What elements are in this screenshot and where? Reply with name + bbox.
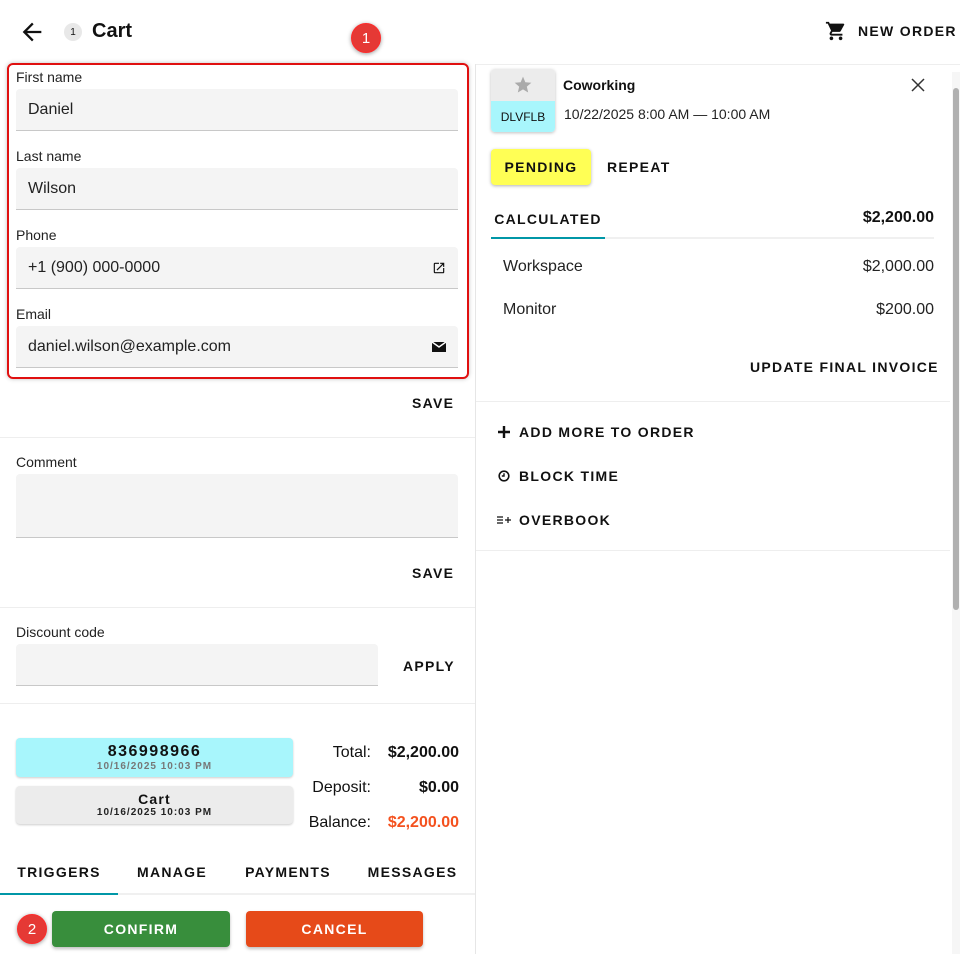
phone-value: +1 (900) 000-0000 (28, 258, 161, 276)
totals: Total: $2,200.00 Deposit: $0.00 Balance: $2… (300, 735, 459, 840)
scrollbar-thumb[interactable] (953, 88, 959, 610)
add-more-button[interactable]: ADD MORE TO ORDER (498, 424, 695, 440)
divider (0, 437, 475, 438)
repeat-button[interactable]: REPEAT (607, 159, 671, 175)
comment-input[interactable] (16, 474, 458, 538)
tab-manage[interactable]: MANAGE (118, 864, 226, 893)
new-order-button[interactable]: NEW ORDER (824, 20, 957, 42)
order-status: Cart (138, 791, 171, 807)
annotation-badge-2: 2 (17, 914, 47, 944)
first-name-input[interactable]: Daniel (16, 89, 458, 131)
cart-icon (825, 21, 845, 41)
resource-card[interactable]: DLVFLB (491, 69, 555, 132)
booking-time: 10/22/2025 8:00 AM — 10:00 AM (564, 106, 771, 122)
first-name-label: First name (16, 69, 83, 85)
total-value: $2,200.00 (387, 744, 459, 761)
last-name-value: Wilson (28, 179, 77, 197)
apply-discount-button[interactable]: APPLY (403, 658, 455, 674)
order-number-chip[interactable]: 836998966 10/16/2025 10:03 PM (16, 738, 293, 777)
close-icon (911, 78, 925, 92)
annotation-badge-1: 1 (351, 23, 381, 53)
cancel-button[interactable]: CANCEL (246, 911, 423, 947)
add-more-label: ADD MORE TO ORDER (519, 424, 695, 440)
item-name: Monitor (503, 301, 557, 318)
clock-icon (498, 470, 510, 482)
star-icon[interactable] (513, 75, 533, 95)
order-status-date: 10/16/2025 10:03 PM (96, 807, 213, 818)
last-name-label: Last name (16, 148, 82, 164)
order-number-date: 10/16/2025 10:03 PM (96, 761, 213, 772)
balance-label: Balance: (308, 814, 371, 831)
save-contact-button[interactable]: SAVE (412, 395, 454, 411)
plus-icon (498, 426, 510, 438)
deposit-value: $0.00 (418, 779, 459, 796)
email-value: daniel.wilson@example.com (28, 337, 231, 355)
block-time-button[interactable]: BLOCK TIME (498, 468, 619, 484)
item-price: $2,000.00 (862, 258, 934, 275)
line-item: Monitor $200.00 (503, 301, 934, 319)
balance-value: $2,200.00 (387, 814, 459, 831)
overbook-label: OVERBOOK (519, 512, 612, 528)
calculated-total: $2,200.00 (862, 209, 934, 226)
item-name: Workspace (503, 258, 583, 275)
phone-label: Phone (16, 227, 57, 243)
order-number: 836998966 (107, 743, 202, 760)
email-label: Email (16, 306, 52, 322)
divider (476, 401, 950, 402)
update-final-invoice-button[interactable]: UPDATE FINAL INVOICE (750, 359, 939, 375)
header-divider (476, 64, 960, 65)
tab-calculated[interactable]: CALCULATED (491, 211, 605, 239)
save-comment-button[interactable]: SAVE (412, 565, 454, 581)
first-name-value: Daniel (28, 100, 74, 118)
arrow-left-icon (22, 22, 42, 42)
line-item: Workspace $2,000.00 (503, 258, 934, 301)
cart-count-badge: 1 (64, 23, 82, 41)
block-time-label: BLOCK TIME (519, 468, 620, 484)
divider (0, 703, 475, 704)
last-name-input[interactable]: Wilson (16, 168, 458, 210)
email-input[interactable]: daniel.wilson@example.com (16, 326, 458, 368)
booking-name: Coworking (563, 77, 636, 93)
discount-input[interactable] (16, 644, 378, 686)
bottom-tabs: TRIGGERS MANAGE PAYMENTS MESSAGES (0, 864, 475, 895)
phone-input[interactable]: +1 (900) 000-0000 (16, 247, 458, 289)
mail-icon[interactable] (432, 340, 446, 353)
line-items: Workspace $2,000.00 Monitor $200.00 (503, 258, 934, 319)
new-order-label: NEW ORDER (858, 23, 957, 39)
scrollbar[interactable] (952, 72, 960, 954)
resource-code: DLVFLB (491, 101, 555, 132)
confirm-button[interactable]: CONFIRM (52, 911, 230, 947)
discount-label: Discount code (16, 624, 105, 640)
tab-messages[interactable]: MESSAGES (350, 864, 475, 893)
close-button[interactable] (910, 77, 926, 98)
divider (476, 550, 950, 551)
divider (0, 607, 475, 608)
page-title: Cart (92, 20, 133, 42)
pending-status-button[interactable]: PENDING (491, 149, 591, 185)
overbook-button[interactable]: OVERBOOK (497, 512, 611, 528)
list-add-icon (497, 516, 511, 524)
calc-tabs: CALCULATED $2,200.00 (491, 200, 934, 239)
back-button[interactable] (18, 18, 46, 46)
tab-triggers[interactable]: TRIGGERS (0, 864, 118, 895)
order-status-chip[interactable]: Cart 10/16/2025 10:03 PM (16, 786, 293, 824)
deposit-label: Deposit: (312, 779, 371, 796)
tab-payments[interactable]: PAYMENTS (226, 864, 350, 893)
panel-divider (475, 64, 476, 954)
total-label: Total: (332, 744, 371, 761)
comment-label: Comment (16, 454, 77, 470)
item-price: $200.00 (876, 301, 934, 318)
external-link-icon[interactable] (432, 261, 446, 275)
